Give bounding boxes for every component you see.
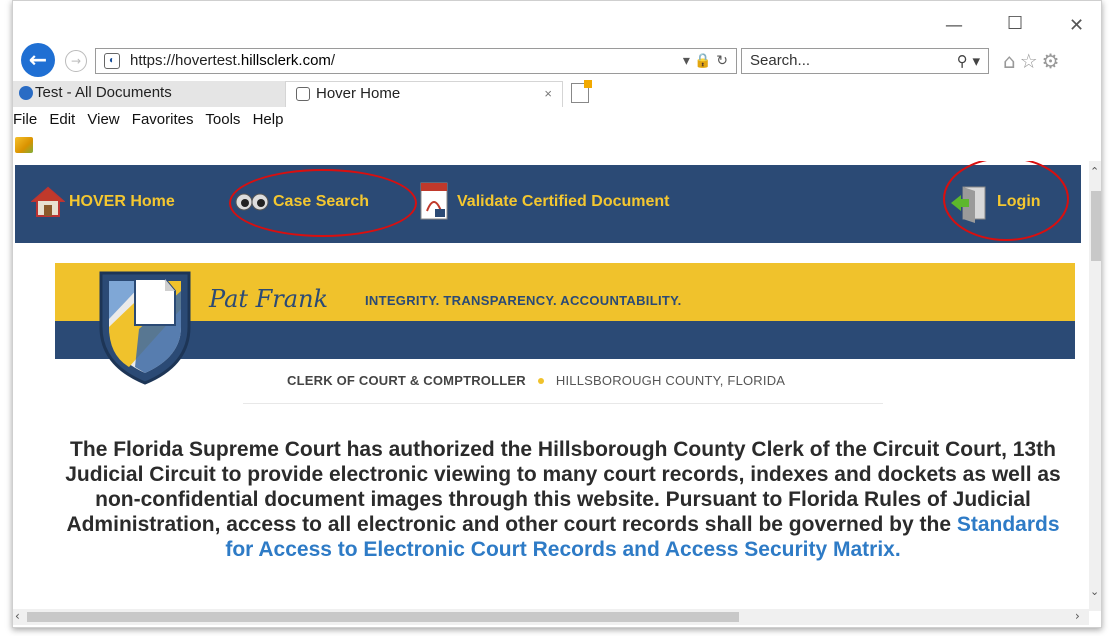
add-favorites-bar-icon[interactable] bbox=[15, 137, 33, 153]
menu-file[interactable]: File bbox=[13, 111, 37, 128]
menu-help[interactable]: Help bbox=[253, 111, 284, 128]
vertical-scrollbar[interactable]: ⌃ ⌄ bbox=[1089, 161, 1101, 611]
divider bbox=[243, 403, 883, 404]
url-domain: hillsclerk.com bbox=[240, 52, 331, 69]
vertical-scroll-thumb[interactable] bbox=[1091, 191, 1101, 261]
url-prefix: https://hovertest. bbox=[130, 52, 241, 69]
tab-label: Test - All Documents bbox=[35, 84, 172, 101]
clerk-title-line: CLERK OF COURT & COMPTROLLER HILLSBOROUGH… bbox=[287, 373, 785, 388]
scroll-up-icon[interactable]: ⌃ bbox=[1090, 165, 1099, 178]
site-tab-icon bbox=[296, 87, 310, 101]
horizontal-scrollbar[interactable]: ‹ › bbox=[13, 609, 1089, 625]
back-arrow-icon: ← bbox=[28, 47, 48, 73]
search-icon[interactable]: ⚲ ▾ bbox=[957, 49, 980, 73]
login-annotation-circle bbox=[943, 161, 1069, 241]
browser-window: — ☐ ✕ ← → ◐ https://hovertest.hillsclerk… bbox=[12, 0, 1102, 628]
menu-favorites[interactable]: Favorites bbox=[132, 111, 194, 128]
nav-validate-certified-document[interactable]: Validate Certified Document bbox=[457, 193, 670, 211]
menu-view[interactable]: View bbox=[87, 111, 119, 128]
case-search-annotation-circle bbox=[229, 169, 417, 237]
clerk-name-signature: Pat Frank bbox=[209, 285, 329, 313]
page-content: HOVER Home Case Search Validate Certifie… bbox=[13, 161, 1087, 606]
address-bar[interactable]: ◐ https://hovertest.hillsclerk.com/ ▾ 🔒 … bbox=[95, 48, 737, 74]
site-favicon-icon: ◐ bbox=[104, 53, 120, 69]
scroll-right-icon[interactable]: › bbox=[1075, 609, 1080, 623]
banner-yellow-band bbox=[55, 263, 1075, 321]
search-input[interactable]: Search... ⚲ ▾ bbox=[741, 48, 989, 74]
minimize-button[interactable]: — bbox=[945, 15, 963, 36]
tab-close-icon[interactable]: × bbox=[544, 82, 552, 106]
home-favorites-settings-icons[interactable]: ⌂☆⚙ bbox=[1003, 49, 1064, 73]
tab-label: Hover Home bbox=[316, 85, 401, 102]
horizontal-scroll-thumb[interactable] bbox=[27, 612, 739, 622]
forward-arrow-icon: → bbox=[70, 54, 82, 68]
site-nav-bar: HOVER Home Case Search Validate Certifie… bbox=[15, 161, 1081, 243]
tab-test-all-documents[interactable]: Test - All Documents bbox=[13, 81, 285, 107]
menu-bar: File Edit View Favorites Tools Help bbox=[13, 111, 291, 128]
bullet-dot bbox=[537, 377, 544, 384]
address-actions-icons[interactable]: ▾ 🔒 ↻ bbox=[683, 49, 728, 73]
intro-text: The Florida Supreme Court has authorized… bbox=[65, 438, 1061, 536]
banner-motto: INTEGRITY. TRANSPARENCY. ACCOUNTABILITY. bbox=[365, 293, 682, 308]
sharepoint-tab-icon bbox=[19, 86, 33, 100]
house-icon bbox=[31, 186, 65, 217]
forward-button[interactable]: → bbox=[65, 50, 87, 72]
nav-hover-home[interactable]: HOVER Home bbox=[69, 193, 175, 211]
county-name: HILLSBOROUGH COUNTY, FLORIDA bbox=[555, 373, 786, 388]
menu-edit[interactable]: Edit bbox=[49, 111, 75, 128]
clerk-title: CLERK OF COURT & COMPTROLLER bbox=[287, 373, 526, 388]
back-button[interactable]: ← bbox=[21, 43, 55, 77]
search-placeholder: Search... bbox=[750, 52, 811, 69]
clerk-shield-logo bbox=[99, 271, 191, 385]
intro-paragraph: The Florida Supreme Court has authorized… bbox=[53, 437, 1073, 562]
scroll-down-icon[interactable]: ⌄ bbox=[1090, 585, 1099, 598]
tab-hover-home[interactable]: Hover Home × bbox=[285, 81, 563, 107]
new-tab-button[interactable] bbox=[571, 80, 592, 103]
maximize-button[interactable]: ☐ bbox=[1007, 13, 1023, 34]
scroll-left-icon[interactable]: ‹ bbox=[15, 609, 20, 623]
url-suffix: / bbox=[330, 52, 336, 69]
banner-blue-band bbox=[55, 321, 1075, 359]
close-window-button[interactable]: ✕ bbox=[1069, 15, 1084, 36]
pdf-document-icon bbox=[420, 182, 448, 220]
menu-tools[interactable]: Tools bbox=[205, 111, 240, 128]
